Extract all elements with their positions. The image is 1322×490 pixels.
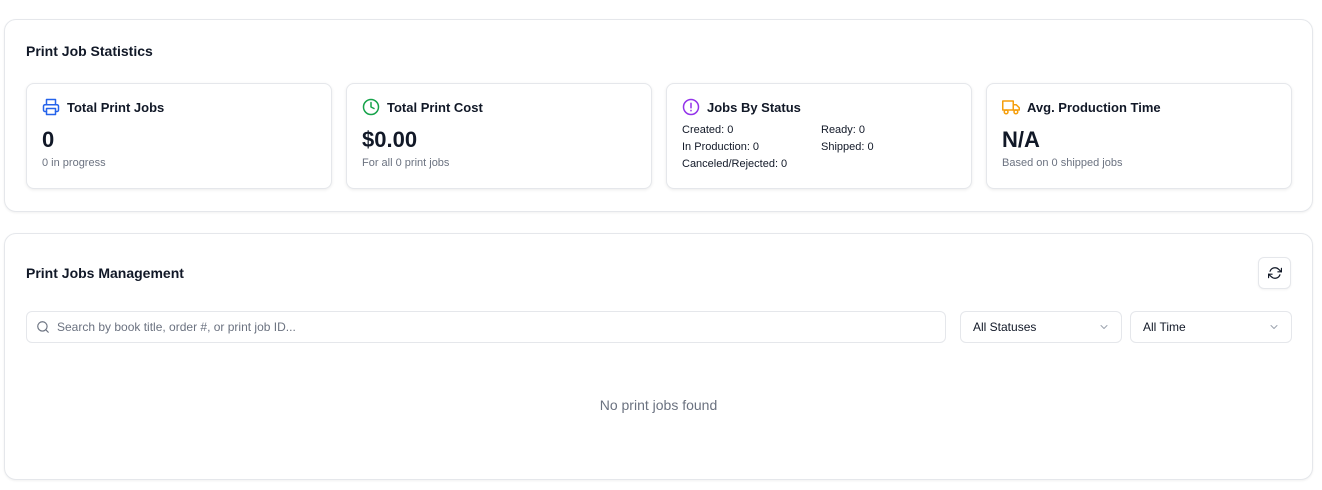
chevron-down-icon bbox=[1100, 325, 1108, 329]
status-filter-select[interactable]: All Statuses bbox=[960, 311, 1122, 343]
card-subtext: For all 0 print jobs bbox=[362, 157, 450, 169]
total-print-jobs-card: Total Print Jobs 0 0 in progress bbox=[26, 83, 332, 189]
search-input[interactable]: Search by book title, order #, or print … bbox=[26, 311, 946, 343]
print-job-statistics-panel: Print Job Statistics Total Print Jobs 0 … bbox=[4, 19, 1313, 212]
statistics-title: Print Job Statistics bbox=[26, 43, 153, 59]
card-label: Total Print Cost bbox=[387, 99, 483, 115]
avg-production-time-card: Avg. Production Time N/A Based on 0 ship… bbox=[986, 83, 1292, 189]
truck-icon bbox=[1002, 98, 1020, 116]
card-value: $0.00 bbox=[362, 127, 418, 152]
card-label: Avg. Production Time bbox=[1027, 99, 1161, 115]
empty-state-message: No print jobs found bbox=[599, 397, 718, 413]
status-canceled-rejected: Canceled/Rejected: 0 bbox=[682, 158, 788, 170]
clock-icon bbox=[362, 98, 380, 116]
card-label: Total Print Jobs bbox=[67, 99, 165, 115]
refresh-icon bbox=[1267, 267, 1282, 279]
total-print-cost-card: Total Print Cost $0.00 For all 0 print j… bbox=[346, 83, 652, 189]
alert-circle-icon bbox=[682, 98, 700, 116]
time-filter-select[interactable]: All Time bbox=[1130, 311, 1292, 343]
card-value: N/A bbox=[1002, 127, 1040, 152]
search-placeholder: Search by book title, order #, or print … bbox=[57, 320, 296, 334]
status-shipped: Shipped: 0 bbox=[821, 141, 874, 153]
card-label: Jobs By Status bbox=[707, 99, 801, 115]
refresh-button[interactable] bbox=[1258, 257, 1291, 289]
card-value: 0 bbox=[42, 127, 55, 152]
status-created: Created: 0 bbox=[682, 124, 734, 136]
status-ready: Ready: 0 bbox=[821, 124, 866, 136]
card-subtext: Based on 0 shipped jobs bbox=[1002, 157, 1123, 169]
status-filter-value: All Statuses bbox=[973, 320, 1037, 334]
search-icon bbox=[37, 321, 49, 333]
card-subtext: 0 in progress bbox=[42, 157, 106, 169]
time-filter-value: All Time bbox=[1143, 320, 1186, 334]
chevron-down-icon bbox=[1270, 325, 1278, 329]
status-in-production: In Production: 0 bbox=[682, 141, 760, 153]
print-jobs-management-panel: Print Jobs Management Search by book tit… bbox=[4, 233, 1313, 480]
status-breakdown: Created: 0 Ready: 0 In Production: 0 Shi… bbox=[682, 124, 941, 170]
jobs-by-status-card: Jobs By Status Created: 0 Ready: 0 In Pr… bbox=[666, 83, 972, 189]
jobs-management-title: Print Jobs Management bbox=[26, 265, 184, 281]
printer-icon bbox=[42, 98, 60, 116]
